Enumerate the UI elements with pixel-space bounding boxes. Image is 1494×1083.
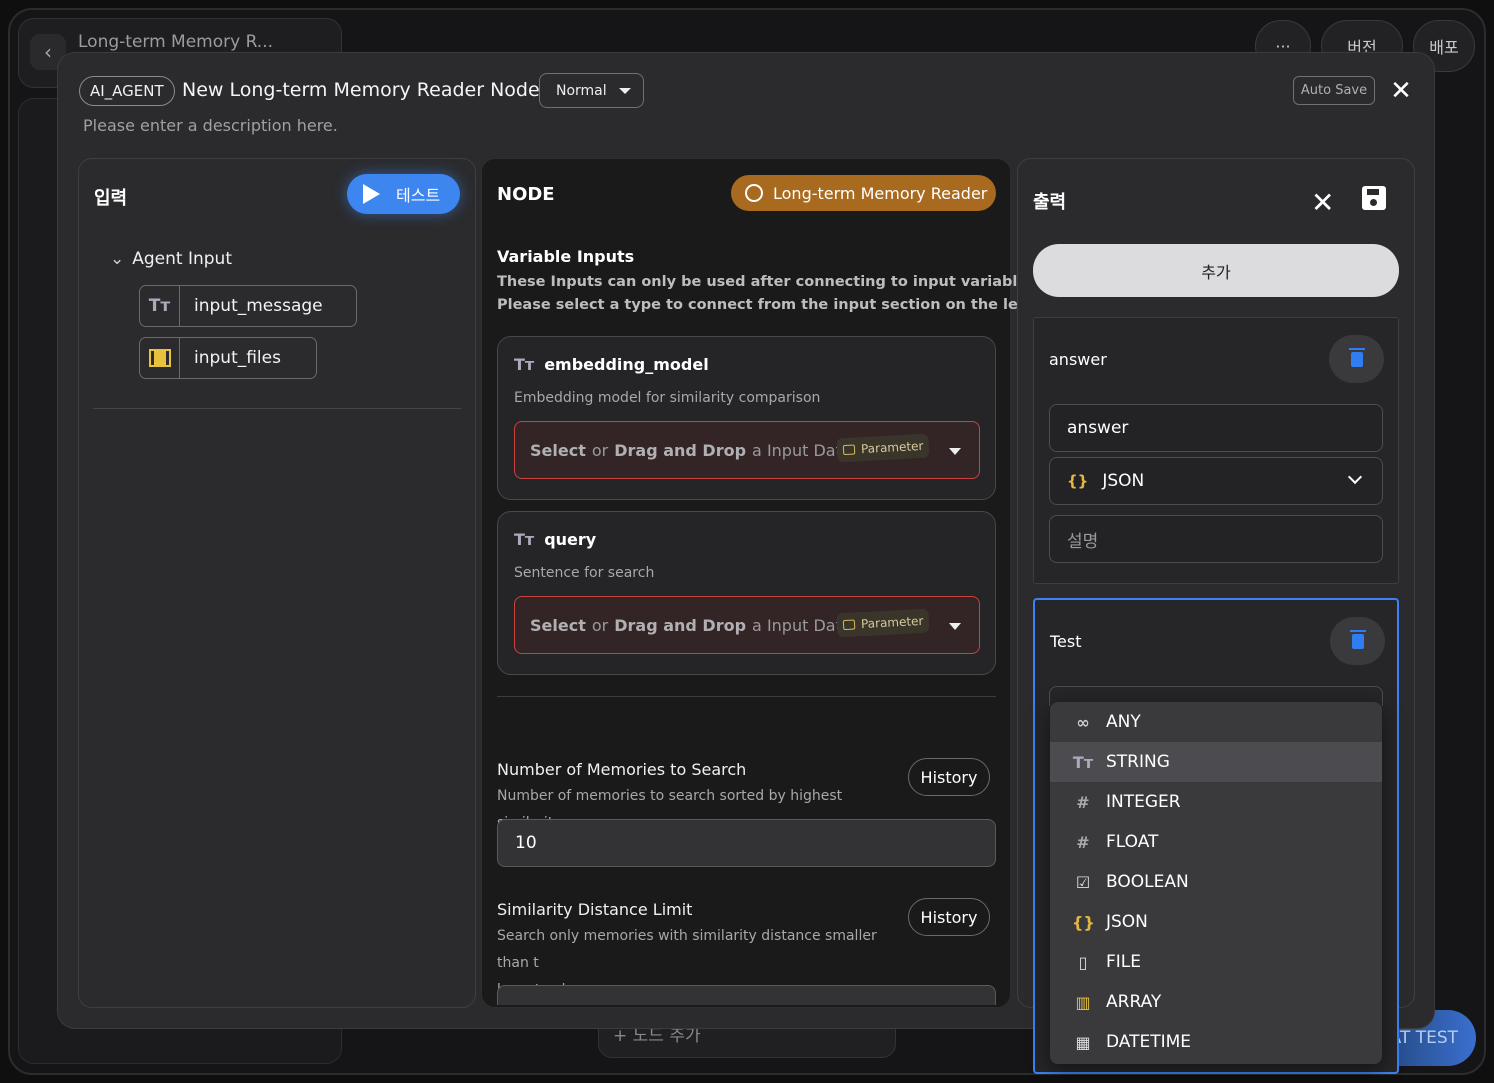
type-option-json[interactable]: {} JSON bbox=[1050, 902, 1382, 942]
node-title[interactable]: New Long-term Memory Reader Node bbox=[182, 79, 540, 101]
array-icon: ▥ bbox=[1075, 992, 1091, 1012]
parameter-badge: Parameter bbox=[836, 433, 931, 463]
caret-down-icon bbox=[949, 448, 961, 455]
type-option-datetime[interactable]: ▦ DATETIME bbox=[1050, 1022, 1382, 1062]
output-name-input[interactable]: answer bbox=[1049, 404, 1383, 452]
text-type-icon: Tт bbox=[514, 530, 535, 549]
message-icon bbox=[842, 619, 856, 631]
variable-input-desc: Sentence for search bbox=[514, 565, 655, 581]
variable-input-card: Tт query Sentence for search Select or Drag… bbox=[497, 511, 996, 675]
variable-inputs-title: Variable Inputs bbox=[497, 247, 635, 266]
add-output-button[interactable]: 추가 bbox=[1033, 244, 1399, 297]
mode-label: Normal bbox=[556, 82, 607, 99]
close-icon[interactable]: ✕ bbox=[1388, 78, 1414, 104]
node-type-tag: AI_AGENT bbox=[79, 76, 175, 106]
calendar-icon: ▦ bbox=[1075, 1032, 1091, 1052]
num-memories-input[interactable]: 10 bbox=[497, 819, 996, 867]
delete-button[interactable] bbox=[1330, 617, 1385, 665]
chevron-down-icon: ⌄ bbox=[110, 249, 125, 269]
variable-input-name: query bbox=[544, 530, 597, 549]
type-option-array[interactable]: ▥ ARRAY bbox=[1050, 982, 1382, 1022]
text-type-icon: Tт bbox=[1072, 752, 1094, 772]
hash-icon: # bbox=[1076, 792, 1090, 812]
output-desc-input[interactable]: 설명 bbox=[1049, 515, 1383, 563]
output-type-select[interactable]: {} JSON bbox=[1049, 457, 1383, 505]
checkbox-icon: ☑ bbox=[1075, 872, 1091, 892]
description-input[interactable]: Please enter a description here. bbox=[83, 116, 338, 135]
history-button[interactable]: History bbox=[908, 898, 990, 936]
json-icon: {} bbox=[1067, 472, 1089, 490]
type-option-float[interactable]: # FLOAT bbox=[1050, 822, 1382, 862]
save-icon[interactable] bbox=[1362, 186, 1386, 210]
array-icon bbox=[140, 338, 180, 378]
type-dropdown-menu: ∞ ANY Tт STRING # INTEGER # FLOAT ☑ BOOLEAN {… bbox=[1050, 702, 1382, 1064]
input-chip-label: input_files bbox=[194, 348, 281, 368]
variable-inputs-desc: These Inputs can only be used after conn… bbox=[497, 274, 1042, 313]
json-icon: {} bbox=[1072, 912, 1095, 932]
trash-icon bbox=[1349, 629, 1366, 649]
divider bbox=[93, 408, 461, 409]
similarity-label: Similarity Distance Limit bbox=[497, 900, 693, 919]
play-icon bbox=[363, 184, 380, 204]
type-option-boolean[interactable]: ☑ BOOLEAN bbox=[1050, 862, 1382, 902]
hash-icon: # bbox=[1076, 832, 1090, 852]
input-chip-label: input_message bbox=[194, 296, 323, 316]
num-memories-label: Number of Memories to Search bbox=[497, 760, 747, 779]
node-panel-title: NODE bbox=[497, 184, 555, 205]
input-panel-title: 입력 bbox=[94, 188, 128, 209]
type-option-any[interactable]: ∞ ANY bbox=[1050, 702, 1382, 742]
input-data-select[interactable]: Select or Drag and Drop a Input Data Paramet… bbox=[514, 596, 980, 654]
input-data-select[interactable]: Select or Drag and Drop a Input Data Paramet… bbox=[514, 421, 980, 479]
chevron-down-icon bbox=[1347, 469, 1363, 485]
brain-icon bbox=[745, 184, 763, 202]
type-option-file[interactable]: ▯ FILE bbox=[1050, 942, 1382, 982]
caret-down-icon bbox=[949, 623, 961, 630]
add-node-button[interactable]: + 노드 추가 bbox=[613, 1026, 701, 1046]
output-type-label: JSON bbox=[1102, 471, 1145, 491]
node-type-badge-label: Long-term Memory Reader bbox=[773, 183, 988, 203]
infinity-icon: ∞ bbox=[1076, 712, 1090, 732]
history-button[interactable]: History bbox=[908, 758, 990, 796]
type-option-string[interactable]: Tт STRING bbox=[1050, 742, 1382, 782]
flow-title: Long-term Memory R... bbox=[78, 32, 274, 52]
input-chip-files[interactable]: input_files bbox=[139, 337, 317, 379]
variable-input-name: embedding_model bbox=[544, 355, 709, 374]
input-chip-message[interactable]: Tт input_message bbox=[139, 285, 357, 327]
mode-dropdown[interactable]: Normal bbox=[539, 73, 644, 108]
test-button[interactable]: 테스트 bbox=[347, 174, 460, 214]
agent-input-group[interactable]: ⌄ Agent Input bbox=[110, 249, 232, 269]
variable-input-desc: Embedding model for similarity compariso… bbox=[514, 390, 821, 406]
variable-input-card: Tт embedding_model Embedding model for si… bbox=[497, 336, 996, 500]
agent-input-label: Agent Input bbox=[132, 249, 232, 269]
trash-icon bbox=[1348, 347, 1365, 367]
type-option-integer[interactable]: # INTEGER bbox=[1050, 782, 1382, 822]
auto-save-toggle[interactable]: Auto Save bbox=[1293, 76, 1375, 105]
text-type-icon: Tт bbox=[514, 355, 535, 374]
divider bbox=[497, 696, 996, 697]
message-icon bbox=[842, 444, 856, 456]
file-icon: ▯ bbox=[1078, 952, 1088, 972]
node-type-badge: Long-term Memory Reader bbox=[731, 175, 996, 211]
text-type-icon: Tт bbox=[140, 286, 180, 326]
caret-down-icon bbox=[618, 87, 631, 94]
output-name: answer bbox=[1049, 350, 1107, 369]
output-card: answer answer {} JSON 설명 bbox=[1033, 317, 1399, 584]
similarity-input[interactable] bbox=[497, 985, 996, 1005]
output-name: Test bbox=[1050, 632, 1082, 651]
close-icon[interactable]: ✕ bbox=[1311, 186, 1334, 219]
delete-button[interactable] bbox=[1329, 335, 1384, 383]
output-panel-title: 출력 bbox=[1033, 192, 1067, 213]
test-button-label: 테스트 bbox=[396, 186, 441, 205]
parameter-badge: Parameter bbox=[836, 608, 931, 638]
